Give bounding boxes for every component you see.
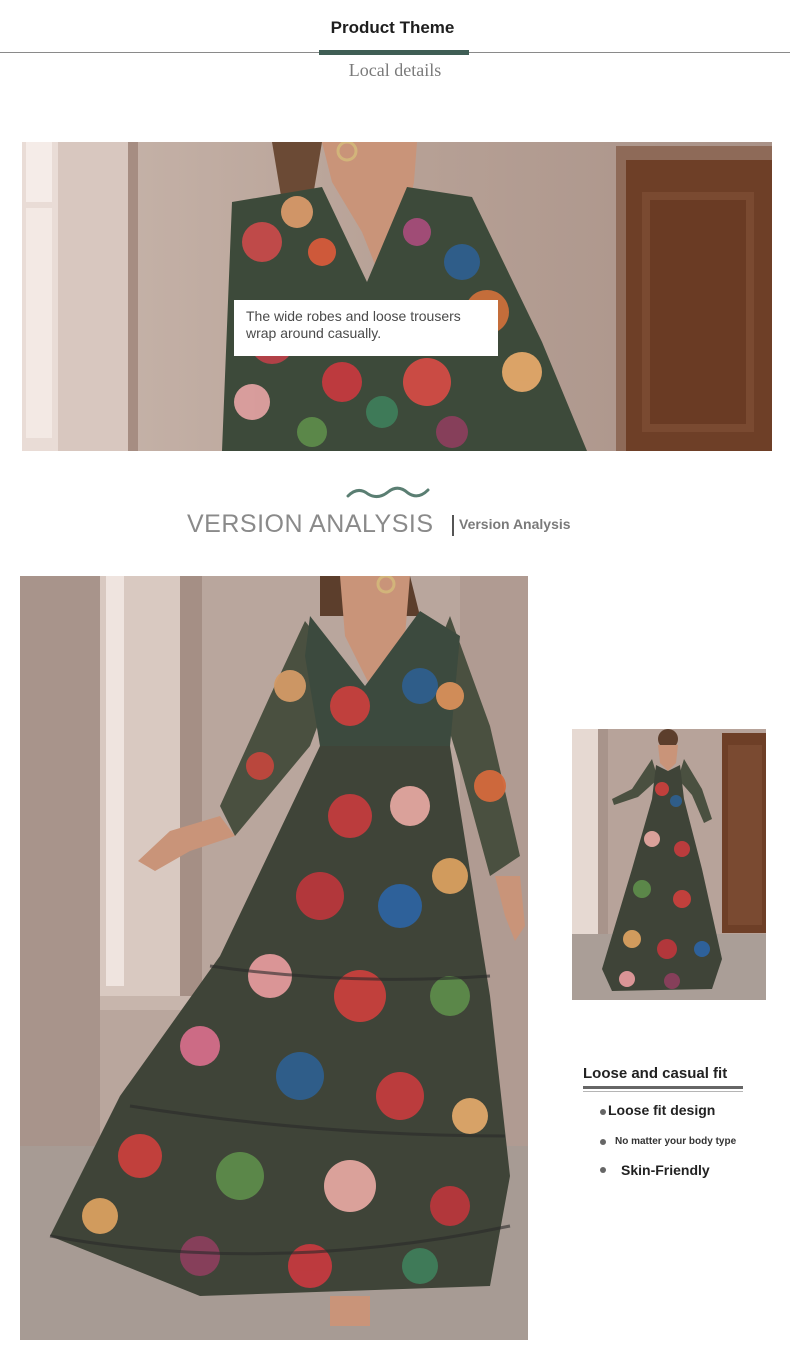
feature-item: Loose fit design [608, 1102, 716, 1118]
feature-item: No matter your body type [615, 1136, 737, 1147]
features-title: Loose and casual fit [583, 1065, 728, 1082]
detail-caption: The wide robes and loose trousers wrap a… [234, 300, 498, 356]
features-underline [583, 1086, 743, 1089]
feature-item: Skin-Friendly [621, 1162, 710, 1178]
bullet-icon [600, 1139, 606, 1145]
bullet-icon [600, 1109, 606, 1115]
bullet-icon [600, 1167, 606, 1173]
dress-detail-photo [22, 142, 772, 451]
version-analysis-label: Version Analysis [459, 516, 571, 532]
tab-product-theme[interactable]: Product Theme [0, 18, 785, 38]
version-analysis-title: VERSION ANALYSIS [187, 510, 434, 538]
active-tab-indicator [319, 50, 469, 55]
model-thumbnail-photo [572, 729, 766, 1000]
section-subtitle: Local details [348, 60, 442, 80]
model-main-photo [20, 576, 528, 1340]
wave-ornament-icon [346, 484, 430, 505]
features-underline-shadow [583, 1091, 743, 1092]
label-separator [452, 515, 454, 536]
